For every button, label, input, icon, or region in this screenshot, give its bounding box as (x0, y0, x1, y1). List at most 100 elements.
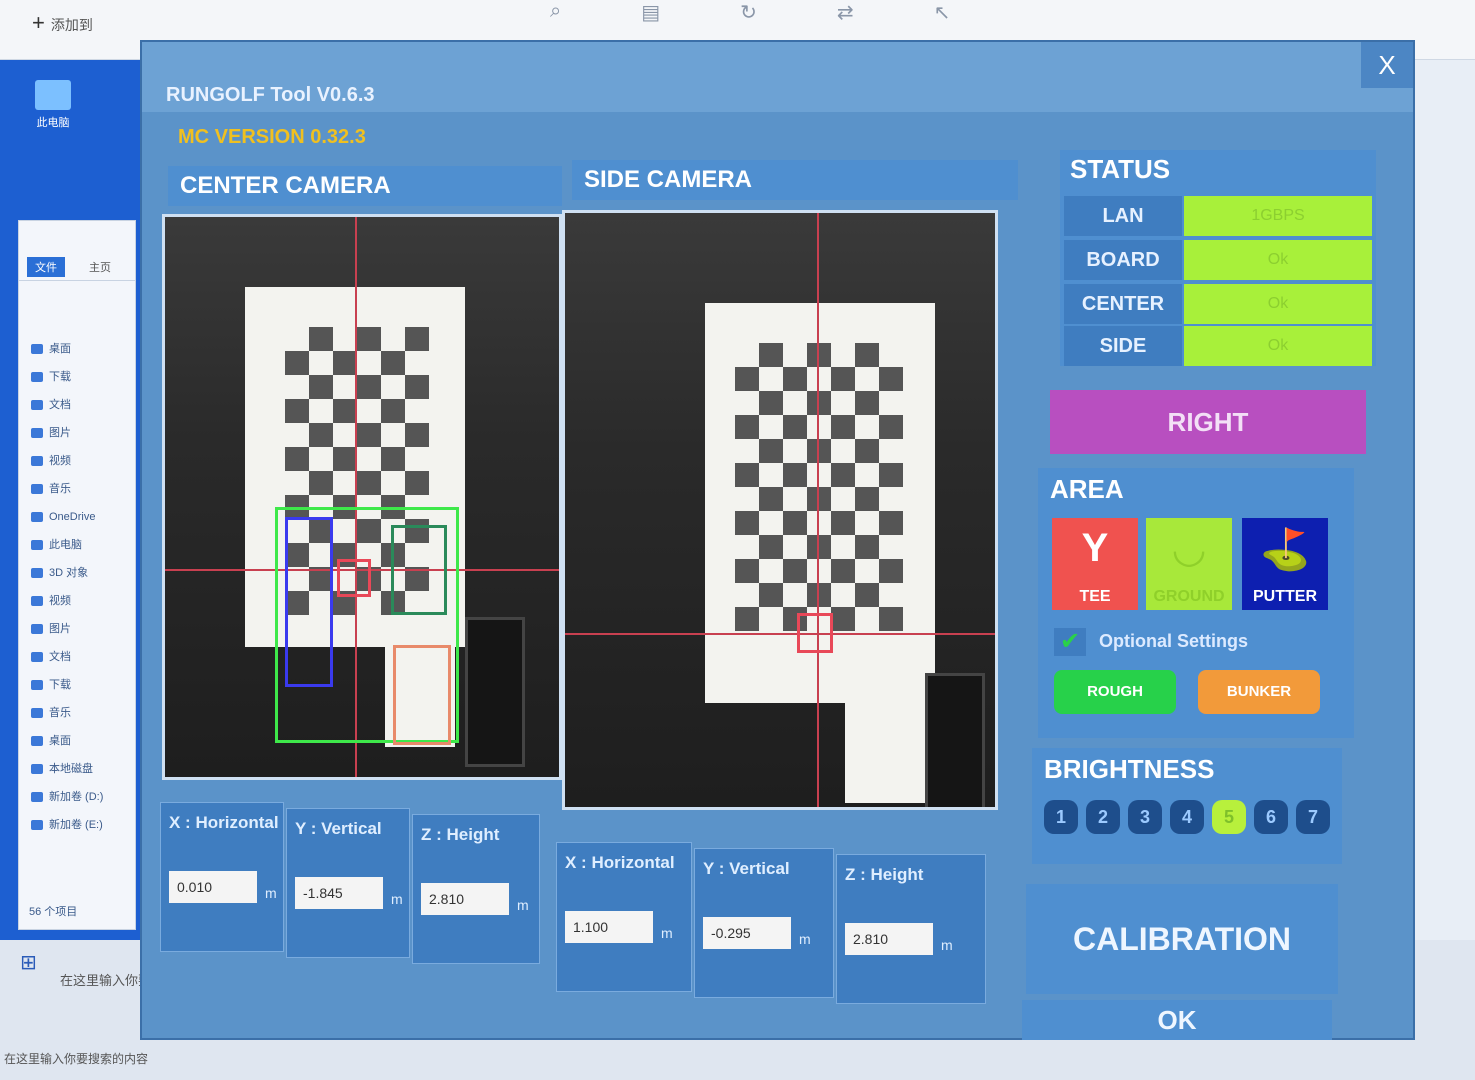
explorer-nav-item[interactable]: 3D 对象 (19, 559, 135, 587)
status-key: CENTER (1064, 284, 1182, 324)
status-value: Ok (1184, 326, 1372, 366)
zoom-icon[interactable]: ⌕ (550, 0, 561, 25)
explorer-nav-item[interactable]: OneDrive (19, 503, 135, 531)
explorer-nav-item[interactable]: 新加卷 (D:) (19, 783, 135, 811)
share-icon[interactable]: ⇄ (837, 0, 854, 25)
tripod-stand (465, 617, 525, 767)
status-row-board: BOARD Ok (1060, 240, 1376, 282)
explorer-nav-item[interactable]: 此电脑 (19, 531, 135, 559)
computer-icon (35, 80, 71, 110)
close-button[interactable]: X (1361, 42, 1413, 88)
unit-label: m (799, 931, 811, 947)
x-label: X : Horizontal (565, 853, 675, 872)
ground-button[interactable]: ◡ GROUND (1146, 518, 1232, 610)
x-label: X : Horizontal (169, 813, 279, 832)
status-value: Ok (1184, 284, 1372, 324)
explorer-ribbon: 文件 主页 (19, 221, 135, 281)
putter-label: PUTTER (1253, 588, 1317, 605)
explorer-nav-item[interactable]: 桌面 (19, 335, 135, 363)
title-bar: RUNGOLF Tool V0.6.3 X (142, 42, 1413, 112)
area-panel: AREA Y TEE ◡ GROUND ⛳ PUTTER ✔ Optional … (1038, 468, 1354, 738)
ground-label: GROUND (1153, 588, 1225, 605)
y-label: Y : Vertical (295, 819, 382, 838)
side-camera-header: SIDE CAMERA (572, 160, 1018, 200)
tee-icon: Y (1081, 526, 1109, 570)
rough-button[interactable]: ROUGH (1054, 670, 1176, 714)
horizontal-crosshair (565, 633, 998, 635)
explorer-nav-item[interactable]: 图片 (19, 419, 135, 447)
calibration-button[interactable]: CALIBRATION (1026, 884, 1338, 994)
explorer-nav-item[interactable]: 本地磁盘 (19, 755, 135, 783)
status-row-center: CENTER Ok (1060, 284, 1376, 326)
explorer-nav-item[interactable]: 文档 (19, 391, 135, 419)
z-label: Z : Height (421, 825, 500, 844)
left-roi[interactable] (285, 517, 333, 687)
unit-label: m (661, 925, 673, 941)
this-pc-shortcut[interactable]: 此电脑 (28, 80, 78, 130)
center-z-input[interactable]: 2.810 (421, 883, 509, 915)
explorer-nav-item[interactable]: 新加卷 (E:) (19, 811, 135, 839)
brightness-level-5[interactable]: 5 (1212, 800, 1246, 834)
windows-icon[interactable]: ⊞ (20, 950, 37, 975)
explorer-item-count: 56 个项目 (29, 906, 78, 918)
checkmark-icon[interactable]: ✔ (1054, 628, 1086, 656)
window-title: RUNGOLF Tool V0.6.3 (166, 84, 375, 106)
center-z-cell: Z : Height 2.810 m (412, 814, 540, 964)
center-x-input[interactable]: 0.010 (169, 871, 257, 903)
tee-label: TEE (1079, 588, 1111, 605)
new-tab-button[interactable]: + 添加到 (32, 10, 93, 36)
ball-roi[interactable] (393, 645, 451, 745)
explorer-nav-item[interactable]: 桌面 (19, 727, 135, 755)
explorer-nav-item[interactable]: 视频 (19, 447, 135, 475)
putter-icon: ⛳ (1260, 528, 1310, 572)
brightness-level-3[interactable]: 3 (1128, 800, 1162, 834)
optional-settings-row[interactable]: ✔ Optional Settings (1054, 628, 1248, 656)
explorer-nav-item[interactable]: 文档 (19, 643, 135, 671)
right-hand-button[interactable]: RIGHT (1050, 390, 1366, 454)
right-roi[interactable] (391, 525, 447, 615)
status-value: Ok (1184, 240, 1372, 280)
brightness-level-7[interactable]: 7 (1296, 800, 1330, 834)
side-x-input[interactable]: 1.100 (565, 911, 653, 943)
tab-file[interactable]: 文件 (27, 257, 65, 277)
center-y-input[interactable]: -1.845 (295, 877, 383, 909)
explorer-nav-item[interactable]: 音乐 (19, 699, 135, 727)
checkerboard-pattern (735, 343, 903, 631)
bunker-button[interactable]: BUNKER (1198, 670, 1320, 714)
status-value: 1GBPS (1184, 196, 1372, 236)
explorer-nav-item[interactable]: 图片 (19, 615, 135, 643)
status-key: SIDE (1064, 326, 1182, 366)
unit-label: m (265, 885, 277, 901)
side-y-input[interactable]: -0.295 (703, 917, 791, 949)
target-marker[interactable] (337, 559, 371, 597)
ok-button[interactable]: OK (1022, 1000, 1332, 1040)
brightness-header: BRIGHTNESS (1044, 754, 1215, 784)
center-camera-view[interactable] (162, 214, 562, 780)
clipboard-icon[interactable]: ▤ (641, 0, 660, 25)
brightness-level-4[interactable]: 4 (1170, 800, 1204, 834)
explorer-nav-list: 桌面 下载 文档 图片 视频 音乐 OneDrive 此电脑 3D 对象 视频 图片 文档 下载 音乐 桌面… (19, 281, 135, 839)
brightness-level-2[interactable]: 2 (1086, 800, 1120, 834)
side-z-input[interactable]: 2.810 (845, 923, 933, 955)
brightness-level-6[interactable]: 6 (1254, 800, 1288, 834)
cursor-icon[interactable]: ↖ (934, 0, 951, 25)
target-marker[interactable] (797, 613, 833, 653)
tee-button[interactable]: Y TEE (1052, 518, 1138, 610)
tab-home[interactable]: 主页 (89, 259, 111, 275)
explorer-nav-item[interactable]: 视频 (19, 587, 135, 615)
side-camera-view[interactable] (562, 210, 998, 810)
explorer-nav-item[interactable]: 下载 (19, 671, 135, 699)
rotate-icon[interactable]: ↻ (740, 0, 757, 25)
putter-button[interactable]: ⛳ PUTTER (1242, 518, 1328, 610)
explorer-nav-item[interactable]: 音乐 (19, 475, 135, 503)
rungolf-tool-window: RUNGOLF Tool V0.6.3 X MC VERSION 0.32.3 … (140, 40, 1415, 1040)
ground-icon: ◡ (1173, 527, 1205, 571)
status-key: LAN (1064, 196, 1182, 236)
brightness-level-1[interactable]: 1 (1044, 800, 1078, 834)
taskbar-search-hint: 在这里输入你要搜索的内容 (4, 1052, 149, 1066)
area-header: AREA (1050, 474, 1124, 504)
center-y-cell: Y : Vertical -1.845 m (286, 808, 410, 958)
brightness-panel: BRIGHTNESS 1234567 (1032, 748, 1342, 864)
explorer-nav-item[interactable]: 下载 (19, 363, 135, 391)
toolbar-icons: ⌕ ▤ ↻ ⇄ ↖ (550, 0, 950, 25)
